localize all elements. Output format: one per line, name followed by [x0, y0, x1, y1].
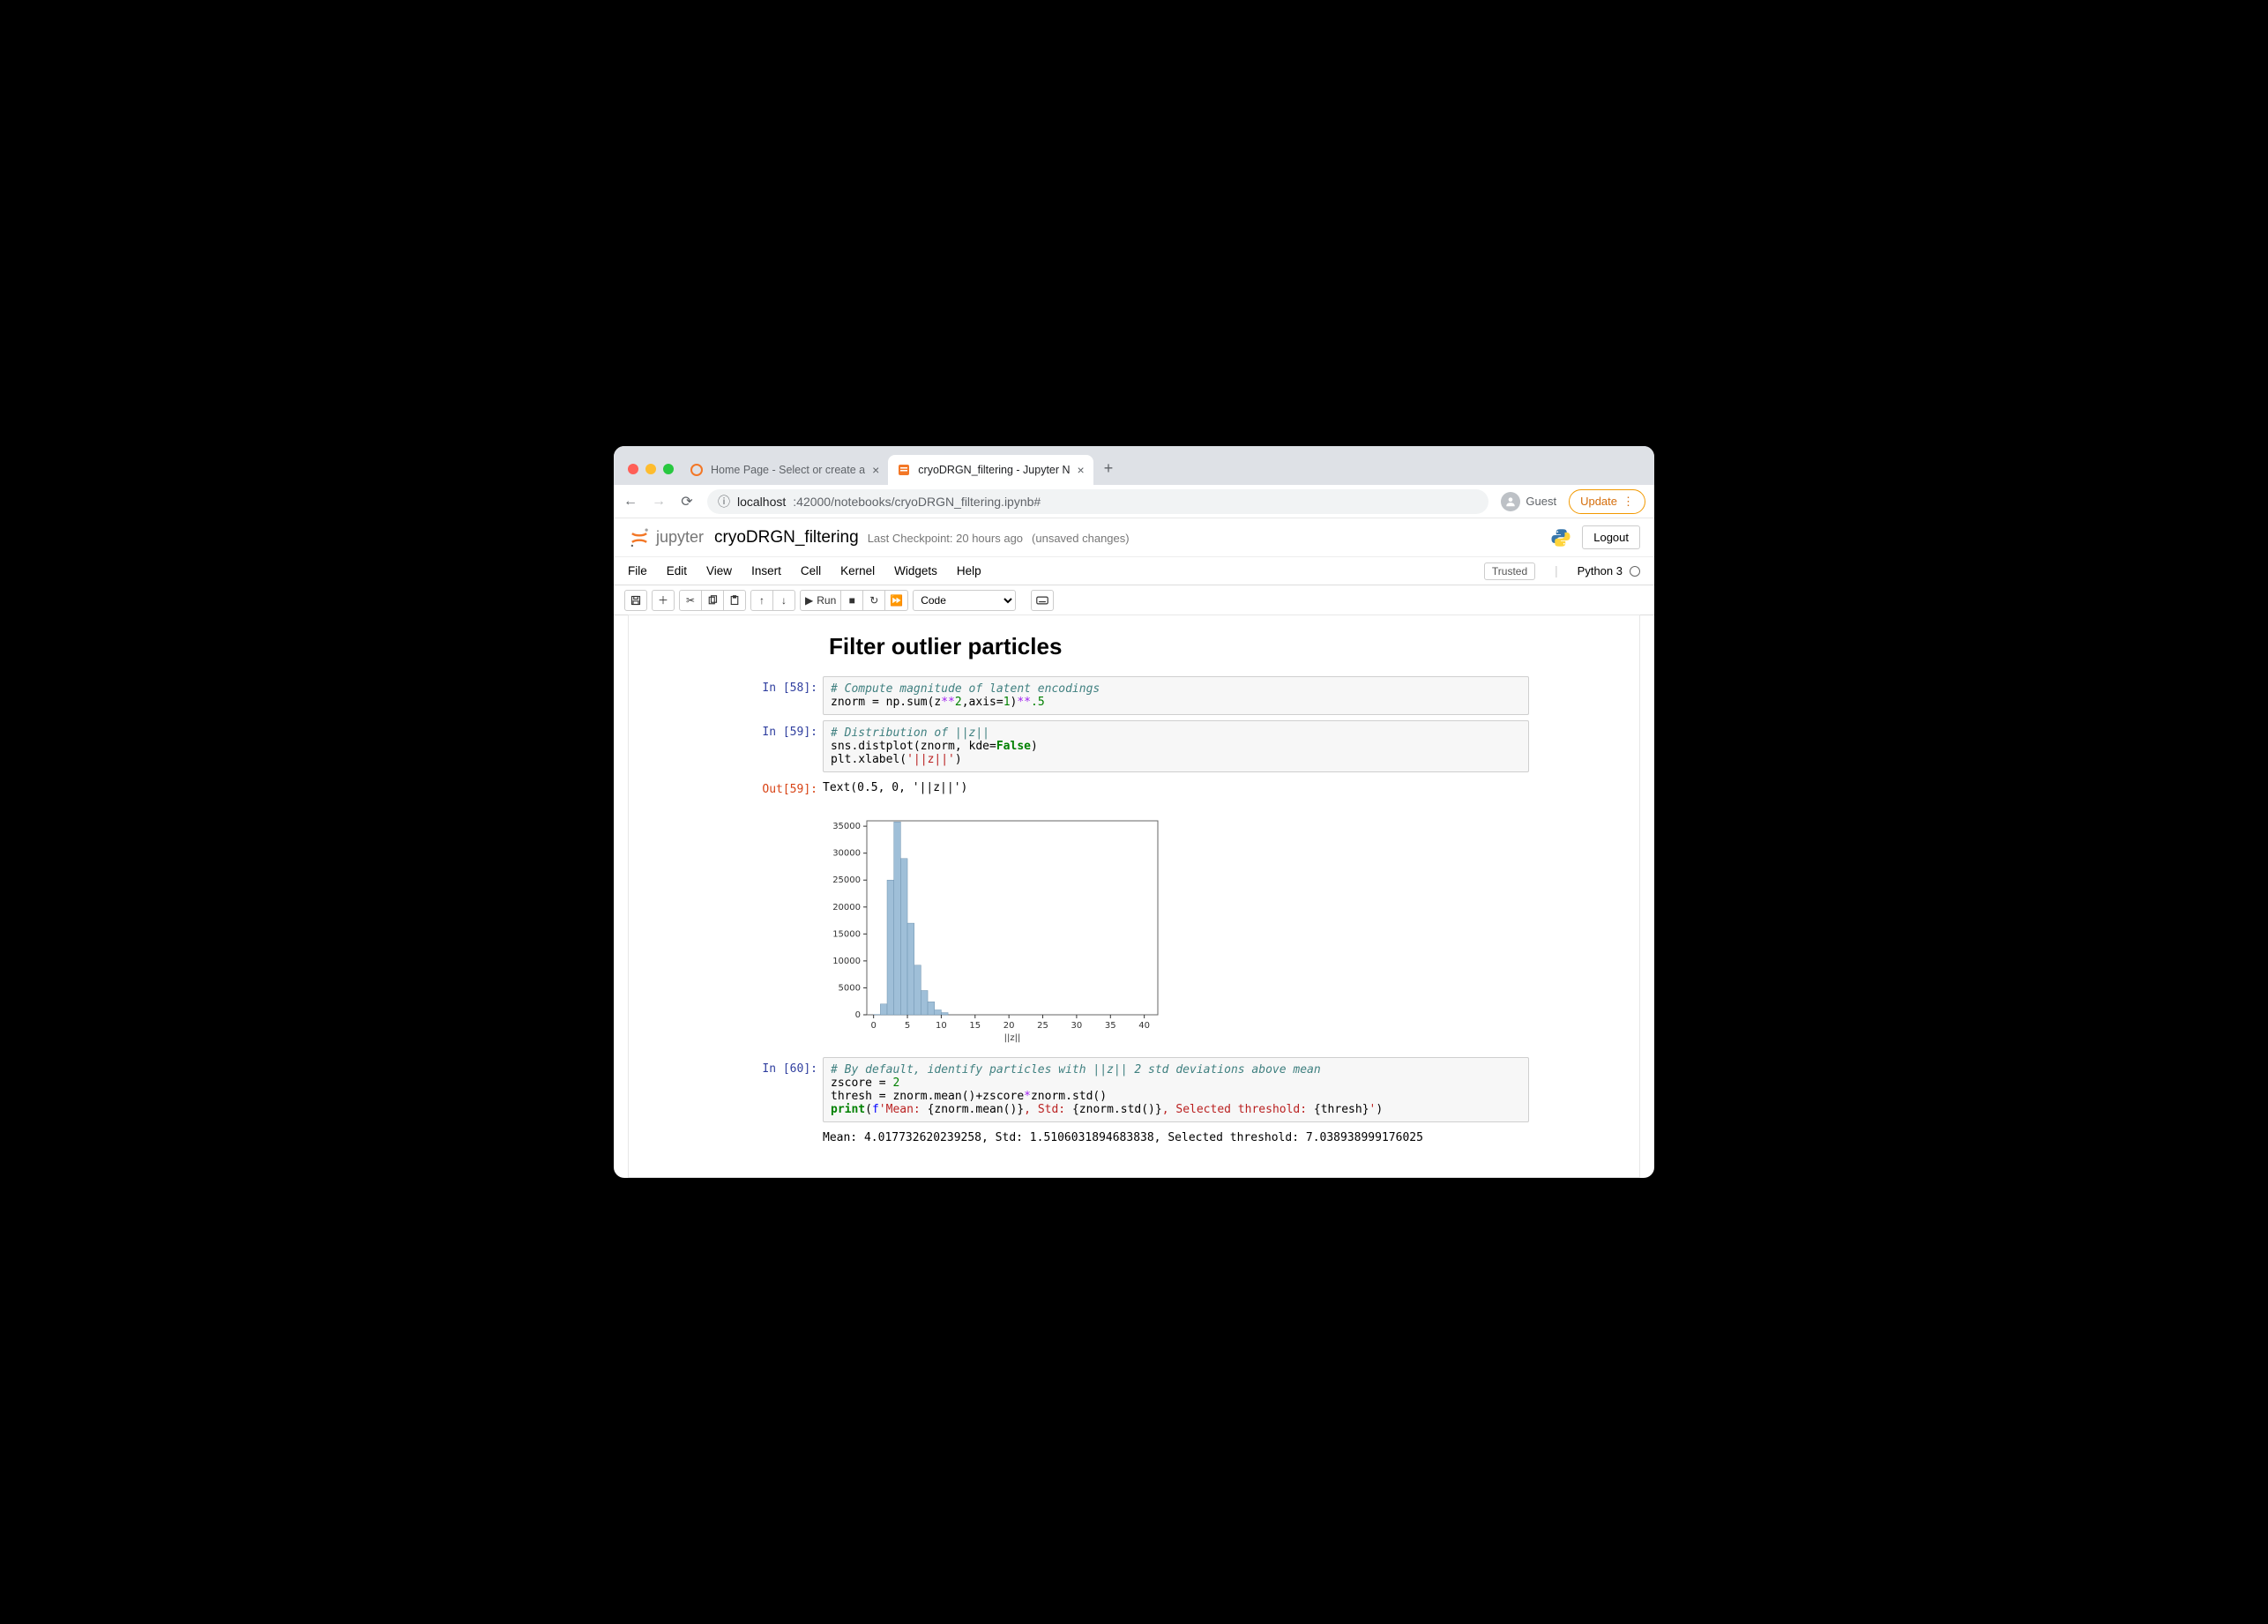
checkpoint-text: Last Checkpoint: 20 hours ago — [868, 532, 1023, 545]
mac-traffic-lights — [623, 464, 681, 485]
browser-tab-strip: Home Page - Select or create a × cryoDRG… — [614, 446, 1654, 485]
svg-text:0: 0 — [855, 1010, 861, 1020]
code-text: # Distribution of ||z|| sns.distplot(zno… — [831, 726, 1521, 766]
restart-run-all-button[interactable]: ⏩ — [884, 590, 908, 611]
site-info-icon[interactable]: ⓘ — [718, 493, 730, 510]
update-button[interactable]: Update ⋮ — [1569, 489, 1645, 514]
window-close-icon[interactable] — [628, 464, 638, 474]
menu-cell[interactable]: Cell — [801, 564, 821, 577]
svg-text:30000: 30000 — [832, 849, 861, 859]
stdout-text: Mean: 4.017732620239258, Std: 1.51060318… — [823, 1128, 1423, 1153]
code-cell[interactable]: # Compute magnitude of latent encodings … — [823, 676, 1529, 715]
browser-tab[interactable]: cryoDRGN_filtering - Jupyter N × — [888, 455, 1093, 485]
logout-button[interactable]: Logout — [1582, 525, 1640, 549]
output-text: Text(0.5, 0, '||z||') — [823, 778, 1529, 803]
move-up-button[interactable]: ↑ — [750, 590, 773, 611]
code-text: # By default, identify particles with ||… — [831, 1063, 1521, 1116]
favicon-icon — [897, 463, 911, 477]
kernel-status-icon — [1630, 566, 1640, 577]
markdown-heading: Filter outlier particles — [739, 615, 1529, 676]
svg-text:||z||: ||z|| — [1004, 1033, 1021, 1043]
restart-button[interactable]: ↻ — [862, 590, 885, 611]
url-host: localhost — [737, 495, 786, 509]
window-zoom-icon[interactable] — [663, 464, 674, 474]
menu-insert[interactable]: Insert — [751, 564, 781, 577]
back-icon[interactable]: ← — [623, 494, 638, 510]
svg-text:5000: 5000 — [839, 983, 861, 993]
menu-bar: File Edit View Insert Cell Kernel Widget… — [614, 557, 1654, 585]
save-button[interactable] — [624, 590, 647, 611]
kernel-name[interactable]: Python 3 — [1578, 564, 1623, 577]
profile-chip[interactable]: Guest — [1501, 492, 1556, 511]
svg-text:10000: 10000 — [832, 957, 861, 966]
jupyter-brand-text: jupyter — [656, 528, 704, 547]
copy-button[interactable] — [701, 590, 724, 611]
add-cell-button[interactable]: ＋ — [652, 590, 675, 611]
menu-widgets[interactable]: Widgets — [894, 564, 937, 577]
svg-text:25: 25 — [1037, 1021, 1048, 1031]
jupyter-logo[interactable]: jupyter — [628, 526, 704, 549]
menu-help[interactable]: Help — [957, 564, 981, 577]
svg-text:15000: 15000 — [832, 929, 861, 939]
run-button[interactable]: ▶ Run — [800, 590, 841, 611]
code-cell[interactable]: # By default, identify particles with ||… — [823, 1057, 1529, 1122]
browser-toolbar: ← → ⟳ ⓘ localhost :42000/notebooks/cryoDR… — [614, 485, 1654, 518]
profile-label: Guest — [1526, 495, 1556, 508]
unsaved-text: (unsaved changes) — [1032, 532, 1130, 545]
svg-text:20000: 20000 — [832, 903, 861, 913]
reload-icon[interactable]: ⟳ — [679, 493, 695, 510]
svg-text:15: 15 — [969, 1021, 981, 1031]
svg-text:0: 0 — [870, 1021, 876, 1031]
play-icon: ▶ — [805, 594, 813, 607]
svg-text:35000: 35000 — [832, 822, 861, 831]
forward-icon[interactable]: → — [651, 494, 667, 510]
code-cell[interactable]: # Distribution of ||z|| sns.distplot(zno… — [823, 720, 1529, 772]
python-icon — [1550, 527, 1571, 548]
address-bar[interactable]: ⓘ localhost :42000/notebooks/cryoDRGN_fil… — [707, 489, 1488, 514]
trusted-badge[interactable]: Trusted — [1484, 562, 1535, 580]
cell-type-select[interactable]: CodeMarkdownRaw NBConvertHeading — [913, 590, 1016, 611]
svg-text:35: 35 — [1105, 1021, 1116, 1031]
browser-tab[interactable]: Home Page - Select or create a × — [681, 455, 888, 485]
notebook-area[interactable]: Filter outlier particles In [58]: # Compu… — [628, 615, 1640, 1178]
interrupt-button[interactable]: ■ — [840, 590, 863, 611]
out-prompt: Out[59]: — [739, 778, 823, 803]
favicon-icon — [690, 463, 704, 477]
paste-button[interactable] — [723, 590, 746, 611]
move-down-button[interactable]: ↓ — [772, 590, 795, 611]
notebook-title[interactable]: cryoDRGN_filtering — [714, 528, 859, 548]
window-minimize-icon[interactable] — [645, 464, 656, 474]
update-label: Update — [1580, 495, 1617, 508]
histogram-chart: 0 5000 10000 15000 20000 25000 30000 35000 0 5 10 1… — [823, 814, 1167, 1043]
jupyter-header: jupyter cryoDRGN_filtering Last Checkpoi… — [614, 518, 1654, 557]
browser-window: Home Page - Select or create a × cryoDRG… — [614, 446, 1654, 1178]
output-figure: 0 5000 10000 15000 20000 25000 30000 35000 0 5 10 1… — [823, 808, 1167, 1052]
command-palette-button[interactable] — [1031, 590, 1054, 611]
svg-text:30: 30 — [1071, 1021, 1083, 1031]
in-prompt: In [59]: — [739, 720, 823, 772]
cut-button[interactable]: ✂ — [679, 590, 702, 611]
in-prompt: In [58]: — [739, 676, 823, 715]
menu-view[interactable]: View — [706, 564, 732, 577]
code-text: # Compute magnitude of latent encodings … — [831, 682, 1521, 709]
avatar-icon — [1501, 492, 1520, 511]
svg-text:40: 40 — [1138, 1021, 1150, 1031]
menu-edit[interactable]: Edit — [667, 564, 687, 577]
svg-text:20: 20 — [1003, 1021, 1015, 1031]
new-tab-button[interactable]: + — [1093, 459, 1124, 485]
svg-text:10: 10 — [936, 1021, 947, 1031]
close-icon[interactable]: × — [1078, 464, 1085, 476]
svg-text:5: 5 — [905, 1021, 910, 1031]
menu-file[interactable]: File — [628, 564, 647, 577]
in-prompt: In [60]: — [739, 1057, 823, 1122]
menu-kernel[interactable]: Kernel — [840, 564, 875, 577]
tab-label: Home Page - Select or create a — [711, 464, 865, 476]
toolbar: ＋ ✂ ↑ ↓ ▶ Run ■ ↻ ⏩ CodeMarkdownRaw NBCo… — [614, 585, 1654, 615]
close-icon[interactable]: × — [872, 464, 879, 476]
url-path: :42000/notebooks/cryoDRGN_filtering.ipyn… — [793, 495, 1041, 509]
tab-label: cryoDRGN_filtering - Jupyter N — [918, 464, 1070, 476]
run-label: Run — [817, 594, 836, 607]
svg-text:25000: 25000 — [832, 875, 861, 885]
more-icon: ⋮ — [1623, 495, 1634, 509]
